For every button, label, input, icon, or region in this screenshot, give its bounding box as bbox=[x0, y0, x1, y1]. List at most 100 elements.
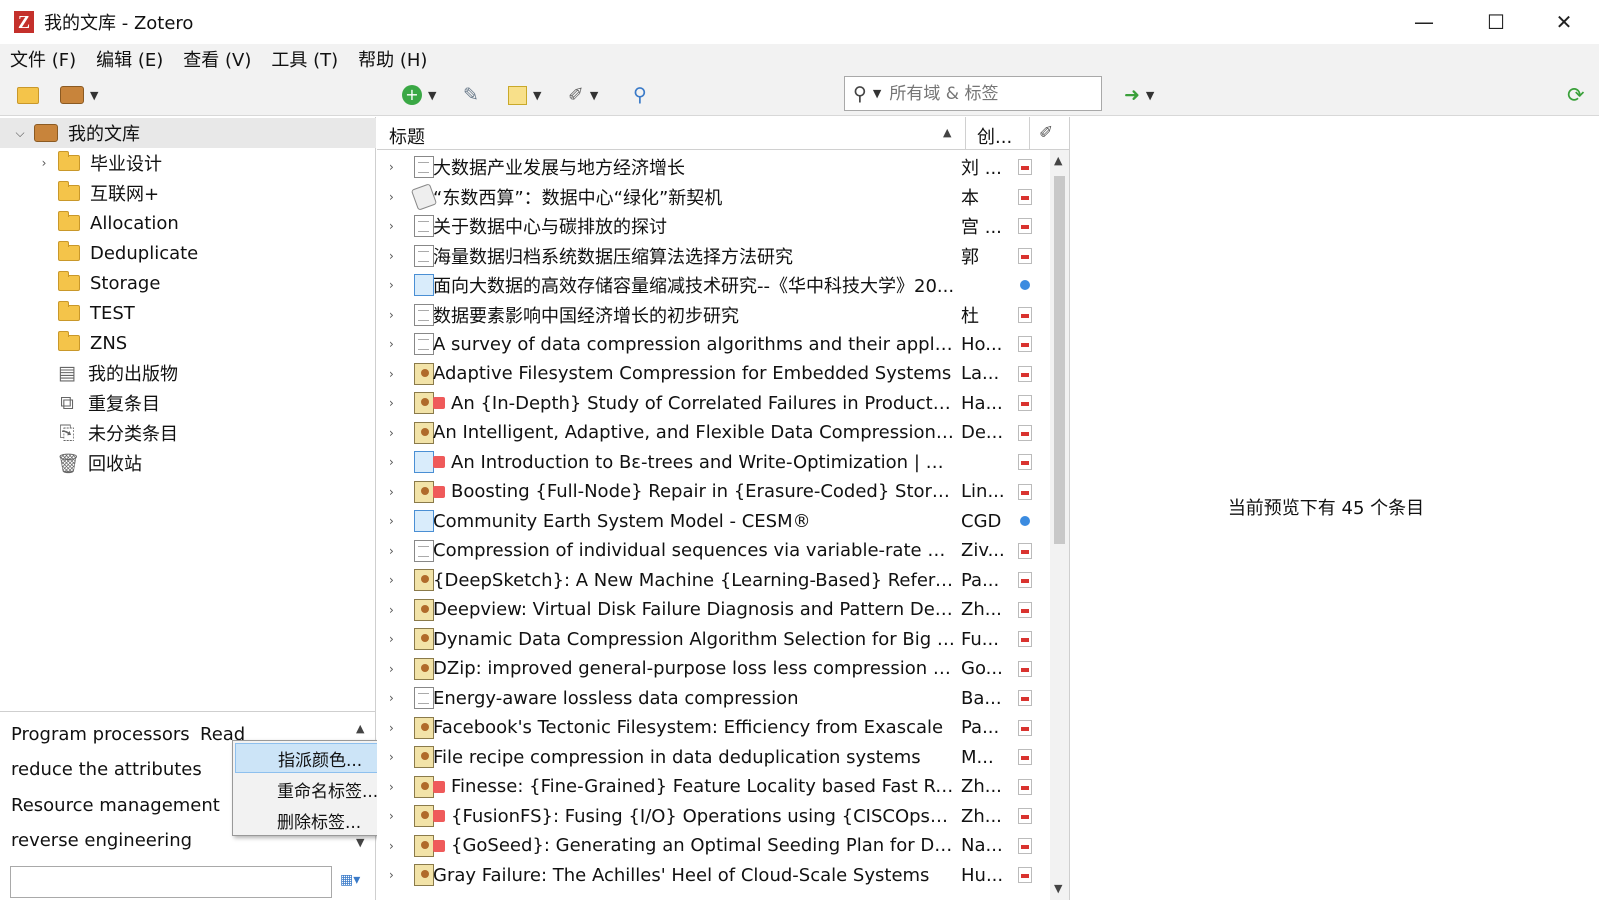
minimize-button[interactable]: — bbox=[1390, 0, 1458, 44]
new-collection-icon[interactable] bbox=[17, 82, 39, 108]
chevron-right-icon[interactable]: › bbox=[389, 691, 394, 705]
item-row[interactable]: › Community Earth System Model - CESM® CGD bbox=[377, 506, 1059, 536]
locate-icon[interactable]: ➜ ▼ bbox=[1124, 82, 1154, 108]
item-row[interactable]: › 面向大数据的高效存储容量缩减技术研究--《华中科技大学》20... bbox=[377, 270, 1059, 300]
chevron-up-icon[interactable]: ▲ bbox=[1054, 154, 1062, 167]
chevron-down-icon[interactable]: ▼ bbox=[1054, 882, 1062, 895]
menu-view[interactable]: 查看 (V) bbox=[173, 46, 261, 72]
chevron-right-icon[interactable]: › bbox=[389, 868, 394, 882]
collection-unfiled[interactable]: ⎘ 未分类条目 bbox=[0, 418, 376, 448]
pdf-attachment-icon[interactable] bbox=[1018, 365, 1032, 382]
column-divider[interactable] bbox=[965, 117, 966, 150]
scrollbar-thumb[interactable] bbox=[1054, 176, 1065, 544]
item-row[interactable]: › Energy-aware lossless data compression B… bbox=[377, 683, 1059, 713]
pdf-attachment-icon[interactable] bbox=[1018, 542, 1032, 559]
chevron-right-icon[interactable]: › bbox=[389, 485, 394, 499]
column-creator[interactable]: 创... bbox=[977, 123, 1012, 149]
chevron-right-icon[interactable]: › bbox=[389, 337, 394, 351]
collection-trash[interactable]: 🗑 回收站 bbox=[0, 448, 376, 478]
tag-actions-icon[interactable]: ▦▾ bbox=[340, 872, 360, 888]
search-box[interactable]: ⚲ ▼ bbox=[844, 76, 1102, 111]
chevron-right-icon[interactable]: › bbox=[389, 219, 394, 233]
chevron-right-icon[interactable]: › bbox=[389, 190, 394, 204]
column-title[interactable]: 标题 bbox=[389, 123, 425, 149]
tag-resource-management[interactable]: Resource management bbox=[11, 795, 220, 816]
search-input[interactable] bbox=[889, 83, 1070, 104]
item-row[interactable]: › 大数据产业发展与地方经济增长 刘 ... bbox=[377, 152, 1059, 182]
menu-help[interactable]: 帮助 (H) bbox=[348, 46, 437, 72]
pdf-attachment-icon[interactable] bbox=[1018, 719, 1032, 736]
tag-filter-input[interactable] bbox=[10, 866, 332, 898]
link-attachment-icon[interactable] bbox=[1020, 280, 1030, 290]
pdf-attachment-icon[interactable] bbox=[1018, 867, 1032, 883]
new-note-icon[interactable]: ▼ bbox=[508, 82, 541, 108]
tag-reduce-the-attributes[interactable]: reduce the attributes bbox=[11, 759, 202, 780]
pdf-attachment-icon[interactable] bbox=[1018, 778, 1032, 795]
chevron-right-icon[interactable]: › bbox=[389, 160, 394, 174]
tag-program-processors[interactable]: Program processors bbox=[11, 724, 190, 745]
chevron-right-icon[interactable]: › bbox=[389, 426, 394, 440]
collection-my-publications[interactable]: ▤ 我的出版物 bbox=[0, 358, 376, 388]
pdf-attachment-icon[interactable] bbox=[1018, 483, 1032, 500]
pdf-attachment-icon[interactable] bbox=[1018, 247, 1032, 264]
sync-icon[interactable]: ⟳ bbox=[1567, 83, 1585, 107]
item-row[interactable]: › An Intelligent, Adaptive, and Flexible … bbox=[377, 418, 1059, 448]
close-button[interactable]: ✕ bbox=[1530, 0, 1598, 44]
pdf-attachment-icon[interactable] bbox=[1018, 218, 1032, 234]
new-item-icon[interactable]: + ▼ bbox=[402, 82, 436, 108]
column-divider[interactable] bbox=[1029, 117, 1030, 150]
chevron-down-icon[interactable]: ⌵ bbox=[12, 126, 28, 141]
chevron-right-icon[interactable]: › bbox=[389, 396, 394, 410]
item-row[interactable]: › Deepview: Virtual Disk Failure Diagnosi… bbox=[377, 595, 1059, 625]
chevron-right-icon[interactable]: › bbox=[389, 750, 394, 764]
collection-duplicates[interactable]: ⧉ 重复条目 bbox=[0, 388, 376, 418]
chevron-right-icon[interactable]: › bbox=[389, 839, 394, 853]
sort-ascending-icon[interactable]: ▲ bbox=[943, 126, 951, 139]
pdf-attachment-icon[interactable] bbox=[1018, 188, 1032, 205]
chevron-right-icon[interactable]: › bbox=[36, 156, 52, 170]
item-row[interactable]: › 关于数据中心与碳排放的探讨 宫 ... bbox=[377, 211, 1059, 241]
chevron-right-icon[interactable]: › bbox=[389, 662, 394, 676]
pdf-attachment-icon[interactable] bbox=[1018, 336, 1032, 352]
chevron-up-icon[interactable]: ▲ bbox=[356, 722, 364, 735]
chevron-right-icon[interactable]: › bbox=[389, 514, 394, 528]
collection-graduation-project[interactable]: › 毕业设计 bbox=[0, 148, 376, 178]
chevron-right-icon[interactable]: › bbox=[389, 809, 394, 823]
collection-deduplicate[interactable]: Deduplicate bbox=[0, 238, 376, 268]
attachment-column-icon[interactable]: ✐ bbox=[1039, 123, 1053, 143]
item-row[interactable]: › Boosting {Full-Node} Repair in {Erasure… bbox=[377, 477, 1059, 507]
pdf-attachment-icon[interactable] bbox=[1018, 306, 1032, 323]
item-row[interactable]: › Dynamic Data Compression Algorithm Sele… bbox=[377, 624, 1059, 654]
advanced-search-icon[interactable]: ⚲ bbox=[633, 82, 647, 108]
item-row[interactable]: › An Introduction to Bε-trees and Write-O… bbox=[377, 447, 1059, 477]
item-row[interactable]: › Finesse: {Fine-Grained} Feature Localit… bbox=[377, 772, 1059, 802]
item-row[interactable]: › Facebook's Tectonic Filesystem: Efficie… bbox=[377, 713, 1059, 743]
item-row[interactable]: › Compression of individual sequences via… bbox=[377, 536, 1059, 566]
collection-test[interactable]: TEST bbox=[0, 298, 376, 328]
pdf-attachment-icon[interactable] bbox=[1018, 159, 1032, 175]
item-row[interactable]: › {DeepSketch}: A New Machine {Learning-B… bbox=[377, 565, 1059, 595]
chevron-right-icon[interactable]: › bbox=[389, 780, 394, 794]
items-scrollbar[interactable]: ▲ ▼ bbox=[1050, 150, 1069, 900]
collection-my-library[interactable]: ⌵ 我的文库 bbox=[0, 118, 376, 148]
new-library-icon[interactable]: ▼ bbox=[60, 82, 98, 108]
item-row[interactable]: › An {In-Depth} Study of Correlated Failu… bbox=[377, 388, 1059, 418]
collection-zns[interactable]: ZNS bbox=[0, 328, 376, 358]
pdf-attachment-icon[interactable] bbox=[1018, 572, 1032, 588]
chevron-right-icon[interactable]: › bbox=[389, 721, 394, 735]
chevron-right-icon[interactable]: › bbox=[389, 278, 394, 292]
search-mode-caret-icon[interactable]: ▼ bbox=[873, 87, 881, 100]
chevron-right-icon[interactable]: › bbox=[389, 544, 394, 558]
chevron-right-icon[interactable]: › bbox=[389, 603, 394, 617]
item-row[interactable]: › 数据要素影响中国经济增长的初步研究 杜 bbox=[377, 300, 1059, 330]
item-row[interactable]: › A survey of data compression algorithms… bbox=[377, 329, 1059, 359]
chevron-down-icon[interactable]: ▼ bbox=[356, 836, 364, 849]
item-row[interactable]: › File recipe compression in data dedupli… bbox=[377, 742, 1059, 772]
collection-internet-plus[interactable]: 互联网+ bbox=[0, 178, 376, 208]
item-row[interactable]: › Adaptive Filesystem Compression for Emb… bbox=[377, 359, 1059, 389]
pdf-attachment-icon[interactable] bbox=[1018, 837, 1032, 854]
chevron-right-icon[interactable]: › bbox=[389, 249, 394, 263]
link-attachment-icon[interactable] bbox=[1020, 516, 1030, 526]
attachment-icon[interactable]: ✐ ▼ bbox=[568, 82, 598, 108]
pdf-attachment-icon[interactable] bbox=[1018, 424, 1032, 441]
